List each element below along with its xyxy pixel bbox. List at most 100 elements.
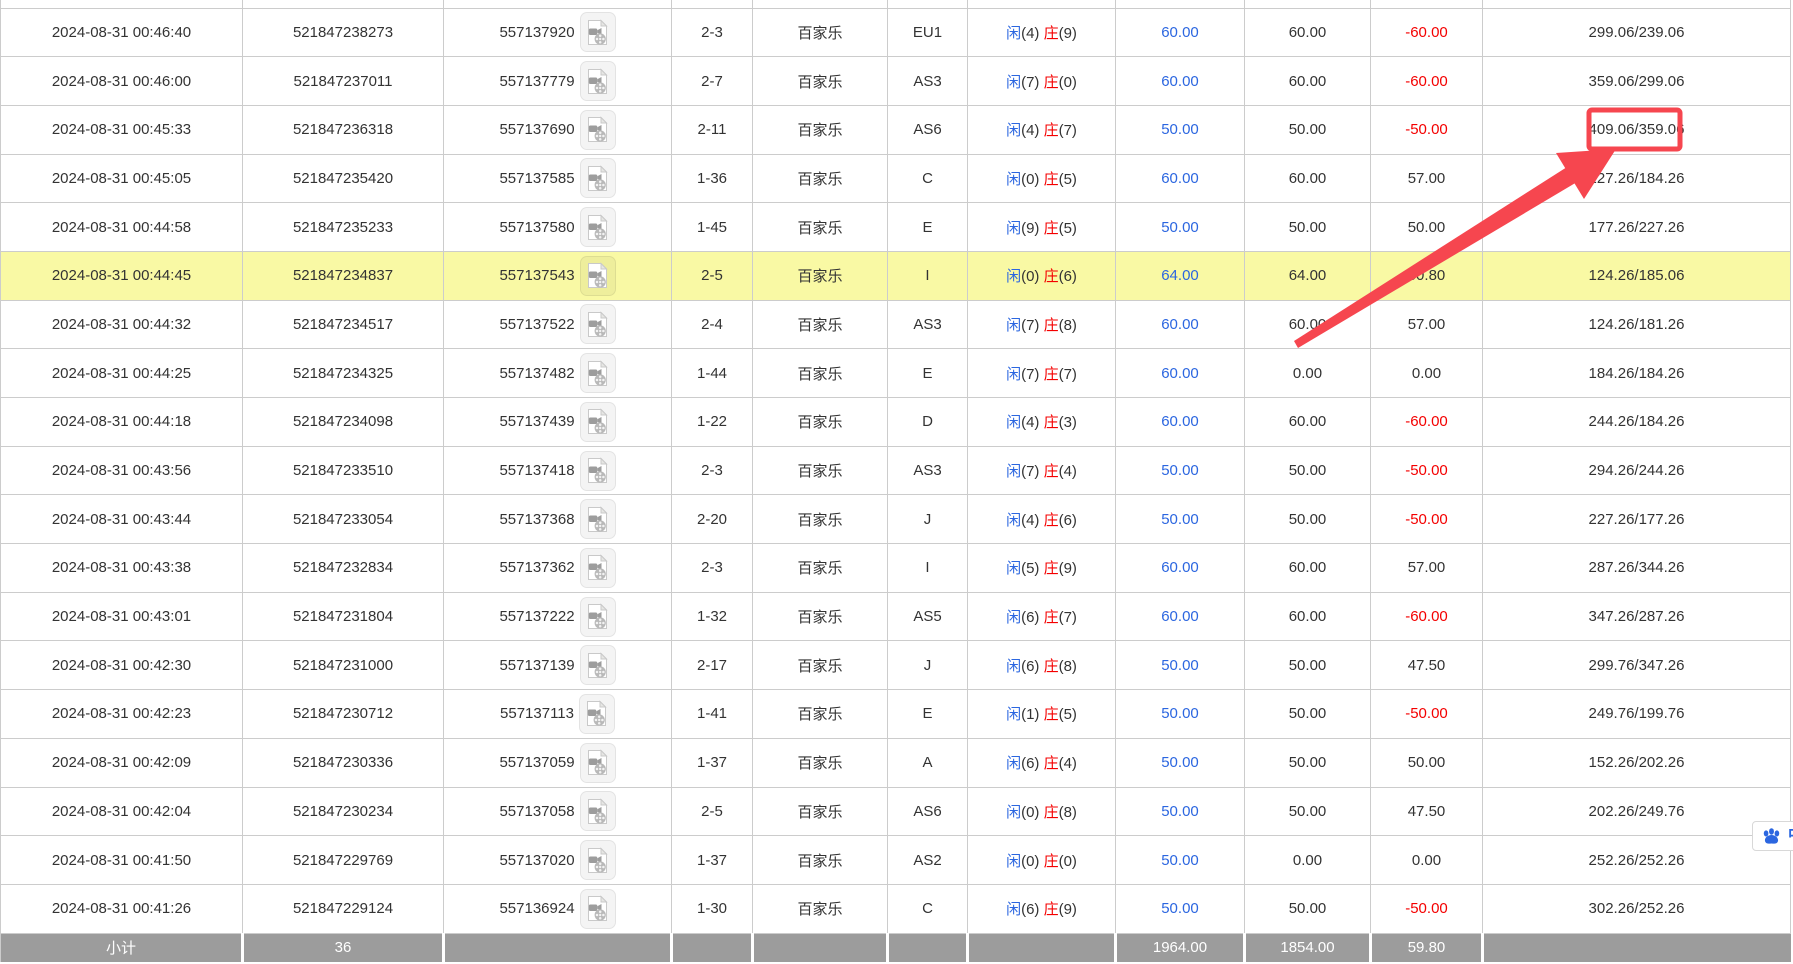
cell-round-number: 557137418 bbox=[444, 446, 672, 495]
cell-round-number: 557137585 bbox=[444, 154, 672, 203]
player-label: 闲 bbox=[1006, 268, 1021, 285]
banker-label: 庄 bbox=[1044, 74, 1059, 91]
video-preview-button[interactable] bbox=[580, 304, 616, 344]
cell-game-result: 闲(5) 庄(9) bbox=[968, 544, 1116, 593]
round-number-group: 557137059 bbox=[499, 743, 615, 783]
cell-balance: 202.26/249.76 bbox=[1483, 787, 1791, 836]
cell-round-number: 557137058 bbox=[444, 787, 672, 836]
player-points: (4) bbox=[1021, 122, 1044, 139]
cell-round-number: 557137439 bbox=[444, 398, 672, 447]
round-number-group: 557136924 bbox=[499, 889, 615, 929]
cell-round-number: 557137222 bbox=[444, 592, 672, 641]
player-points: (0) bbox=[1021, 171, 1044, 188]
summary-empty-cell bbox=[444, 933, 672, 962]
video-file-icon bbox=[586, 116, 609, 143]
cell-bet-time: 2024-08-31 00:41:50 bbox=[1, 836, 243, 885]
video-file-icon bbox=[586, 895, 609, 922]
video-preview-button[interactable] bbox=[580, 207, 616, 247]
cell-table-seat: 2-5 bbox=[672, 251, 753, 300]
cell-win-loss: 57.00 bbox=[1371, 300, 1483, 349]
cell-bet-amount: 60.00 bbox=[1116, 57, 1245, 106]
cell-game-type: 百家乐 bbox=[753, 641, 888, 690]
cell-game-result: 闲(6) 庄(7) bbox=[968, 592, 1116, 641]
cell-bet-time: 2024-08-31 00:44:32 bbox=[1, 300, 243, 349]
cell-balance: 127.26/184.26 bbox=[1483, 154, 1791, 203]
cell-game-result: 闲(1) 庄(5) bbox=[968, 690, 1116, 739]
player-label: 闲 bbox=[1006, 25, 1021, 42]
cell-valid-amount: 50.00 bbox=[1245, 787, 1371, 836]
cell-bet-amount: 50.00 bbox=[1116, 884, 1245, 933]
banker-label: 庄 bbox=[1044, 755, 1059, 772]
video-preview-button[interactable] bbox=[580, 402, 616, 442]
cell-bet-amount: 50.00 bbox=[1116, 738, 1245, 787]
cell-valid-amount: 50.00 bbox=[1245, 495, 1371, 544]
banker-label: 庄 bbox=[1044, 122, 1059, 139]
round-number-group: 557137362 bbox=[499, 548, 615, 588]
cell-balance: 252.26/252.26 bbox=[1483, 836, 1791, 885]
cell-table-code: E bbox=[888, 690, 968, 739]
video-file-icon bbox=[586, 19, 609, 46]
video-preview-button[interactable] bbox=[580, 548, 616, 588]
table-row: 2024-08-31 00:41:26521847229124557136924… bbox=[1, 884, 1791, 933]
cell-valid-amount: 50.00 bbox=[1245, 446, 1371, 495]
cell-balance: 177.26/227.26 bbox=[1483, 203, 1791, 252]
video-preview-button[interactable] bbox=[580, 743, 616, 783]
cell-round-number: 557137482 bbox=[444, 349, 672, 398]
video-file-icon bbox=[586, 311, 609, 338]
video-preview-button[interactable] bbox=[580, 256, 616, 296]
translate-widget[interactable]: 中 bbox=[1752, 821, 1793, 851]
translate-widget-label: 中 bbox=[1788, 828, 1793, 844]
table-row-highlighted: 2024-08-31 00:44:45521847234837557137543… bbox=[1, 251, 1791, 300]
round-number: 557137920 bbox=[499, 24, 574, 41]
cell-game-type: 百家乐 bbox=[753, 57, 888, 106]
table-row: 2024-08-31 00:43:01521847231804557137222… bbox=[1, 592, 1791, 641]
clipped-top-row bbox=[1, 0, 1791, 8]
banker-points: (8) bbox=[1059, 658, 1077, 675]
cell-balance: 124.26/181.26 bbox=[1483, 300, 1791, 349]
video-preview-button[interactable] bbox=[580, 889, 616, 929]
cell-table-code: AS3 bbox=[888, 446, 968, 495]
banker-label: 庄 bbox=[1044, 560, 1059, 577]
video-preview-button[interactable] bbox=[580, 840, 616, 880]
video-preview-button[interactable] bbox=[580, 499, 616, 539]
cell-game-result: 闲(0) 庄(5) bbox=[968, 154, 1116, 203]
video-file-icon bbox=[586, 652, 609, 679]
round-number: 557137585 bbox=[499, 170, 574, 187]
video-preview-button[interactable] bbox=[580, 110, 616, 150]
video-preview-button[interactable] bbox=[580, 451, 616, 491]
cell-win-loss: 47.50 bbox=[1371, 787, 1483, 836]
table-row: 2024-08-31 00:44:18521847234098557137439… bbox=[1, 398, 1791, 447]
video-preview-button[interactable] bbox=[580, 61, 616, 101]
cell-game-type: 百家乐 bbox=[753, 787, 888, 836]
cell-bet-amount: 60.00 bbox=[1116, 8, 1245, 57]
cell-table-seat: 2-3 bbox=[672, 8, 753, 57]
cell-game-result: 闲(9) 庄(5) bbox=[968, 203, 1116, 252]
cell-bet-id: 521847230712 bbox=[243, 690, 444, 739]
video-preview-button[interactable] bbox=[580, 158, 616, 198]
cell-game-type: 百家乐 bbox=[753, 300, 888, 349]
round-number: 557137020 bbox=[499, 852, 574, 869]
video-file-icon bbox=[585, 700, 608, 727]
summary-empty-cell bbox=[672, 933, 753, 962]
cell-game-type: 百家乐 bbox=[753, 884, 888, 933]
video-preview-button[interactable] bbox=[580, 353, 616, 393]
video-preview-button[interactable] bbox=[580, 12, 616, 52]
video-preview-button[interactable] bbox=[580, 791, 616, 831]
round-number: 557137482 bbox=[499, 365, 574, 382]
cell-game-result: 闲(6) 庄(9) bbox=[968, 884, 1116, 933]
cell-table-code: J bbox=[888, 641, 968, 690]
cell-round-number: 557137543 bbox=[444, 251, 672, 300]
cell-game-result: 闲(7) 庄(0) bbox=[968, 57, 1116, 106]
video-file-icon bbox=[586, 68, 609, 95]
player-points: (6) bbox=[1021, 901, 1044, 918]
round-number-group: 557137543 bbox=[499, 256, 615, 296]
cell-valid-amount: 50.00 bbox=[1245, 203, 1371, 252]
banker-label: 庄 bbox=[1044, 171, 1059, 188]
cell-round-number: 557137362 bbox=[444, 544, 672, 593]
video-preview-button[interactable] bbox=[579, 694, 615, 734]
banker-label: 庄 bbox=[1044, 804, 1059, 821]
video-preview-button[interactable] bbox=[580, 645, 616, 685]
round-number: 557137690 bbox=[499, 121, 574, 138]
cell-table-code: AS3 bbox=[888, 57, 968, 106]
video-preview-button[interactable] bbox=[580, 597, 616, 637]
